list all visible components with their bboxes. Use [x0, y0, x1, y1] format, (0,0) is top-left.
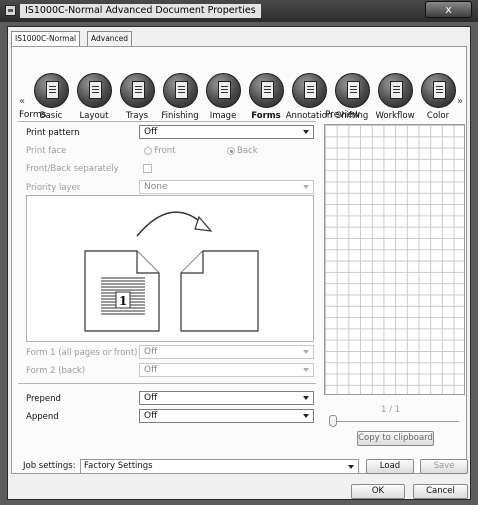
category-trays[interactable]: Trays: [116, 69, 158, 127]
print-face-back-label: Back: [237, 146, 258, 156]
left-page-fold: [136, 251, 159, 274]
right-page-fold: [181, 251, 204, 274]
priority-layer-select[interactable]: None: [139, 180, 314, 194]
prepend-select[interactable]: Off: [139, 391, 314, 405]
basic-document-icon: [34, 73, 69, 108]
print-pattern-value: Off: [144, 127, 158, 137]
trays-icon: [120, 73, 155, 108]
tab-is1000c-normal[interactable]: IS1000C-Normal: [11, 31, 81, 46]
chevron-down-icon: [303, 185, 309, 189]
form1-select[interactable]: Off: [139, 345, 314, 359]
window-title: IS1000C-Normal Advanced Document Propert…: [20, 4, 261, 18]
printer-icon: [5, 5, 16, 16]
category-finishing[interactable]: Finishing: [159, 69, 201, 127]
scroll-left-arrow[interactable]: «: [19, 97, 27, 107]
ok-button[interactable]: OK: [351, 484, 405, 499]
form1-value: Off: [144, 347, 158, 357]
form2-select[interactable]: Off: [139, 363, 314, 377]
category-image[interactable]: Image: [202, 69, 244, 127]
category-layout[interactable]: Layout: [73, 69, 115, 127]
category-color[interactable]: Color: [417, 69, 459, 127]
append-value: Off: [144, 411, 158, 421]
dialog-window: IS1000C-Normal Advanced Document Propert…: [0, 0, 478, 505]
save-button[interactable]: Save: [420, 459, 468, 474]
job-settings-value: Factory Settings: [84, 461, 153, 471]
priority-layer-value: None: [144, 182, 168, 192]
chevron-down-icon: [303, 368, 309, 372]
title-bar[interactable]: IS1000C-Normal Advanced Document Propert…: [0, 0, 478, 22]
priority-layer-label: Priority layer: [26, 183, 81, 193]
preview-slider-thumb[interactable]: [329, 415, 337, 427]
close-button[interactable]: x: [425, 1, 472, 18]
preview-title: Preview: [325, 110, 361, 120]
workflow-icon: [378, 73, 413, 108]
prepend-value: Off: [144, 393, 158, 403]
dialog-client: IS1000C-Normal Advanced « » Basic Layout…: [7, 26, 471, 500]
preview-slider-track: [332, 421, 459, 422]
page-overlay-illustration: 1: [84, 211, 259, 332]
shifting-icon: [335, 73, 370, 108]
category-label: Color: [426, 111, 450, 121]
color-icon: [421, 73, 456, 108]
page-number: 1: [119, 294, 127, 308]
curved-arrow-icon: [136, 211, 206, 237]
layout-icon: [77, 73, 112, 108]
front-back-separately-checkbox[interactable]: [143, 164, 152, 173]
category-workflow[interactable]: Workflow: [374, 69, 416, 127]
finishing-icon: [163, 73, 198, 108]
form2-value: Off: [144, 365, 158, 375]
append-label: Append: [26, 412, 59, 422]
category-annotation[interactable]: Annotation: [286, 69, 332, 127]
annotation-icon: [292, 73, 327, 108]
chevron-down-icon: [348, 465, 354, 469]
chevron-down-icon: [303, 350, 309, 354]
print-face-label: Print face: [26, 146, 67, 156]
forms-icon: [249, 73, 284, 108]
append-select[interactable]: Off: [139, 409, 314, 423]
form2-label: Form 2 (back): [26, 366, 86, 376]
prepend-divider: [18, 383, 316, 384]
print-face-front-label: Front: [154, 146, 176, 156]
chevron-down-icon: [303, 396, 309, 400]
forms-illustration: 1: [26, 195, 314, 342]
copy-to-clipboard-button[interactable]: Copy to clipboard: [357, 431, 434, 446]
print-pattern-select[interactable]: Off: [139, 125, 314, 139]
preview-canvas: [324, 124, 465, 395]
category-forms[interactable]: Forms: [245, 69, 287, 127]
chevron-down-icon: [303, 130, 309, 134]
forms-title-divider: [18, 121, 316, 122]
form1-label: Form 1 (all pages or front): [26, 348, 138, 358]
print-face-front-radio[interactable]: [144, 147, 152, 155]
preview-page-counter: 1 / 1: [381, 405, 401, 415]
print-face-back-radio[interactable]: [227, 147, 235, 155]
print-pattern-label: Print pattern: [26, 128, 80, 138]
forms-group-title: Forms: [19, 110, 47, 120]
cancel-button[interactable]: Cancel: [413, 484, 468, 499]
tab-advanced[interactable]: Advanced: [87, 31, 133, 46]
prepend-label: Prepend: [26, 394, 61, 404]
load-button[interactable]: Load: [366, 459, 414, 474]
chevron-down-icon: [303, 414, 309, 418]
job-settings-label: Job settings:: [23, 461, 76, 471]
front-back-separately-label: Front/Back separately: [26, 164, 119, 174]
image-icon: [206, 73, 241, 108]
job-settings-select[interactable]: Factory Settings: [80, 459, 359, 474]
